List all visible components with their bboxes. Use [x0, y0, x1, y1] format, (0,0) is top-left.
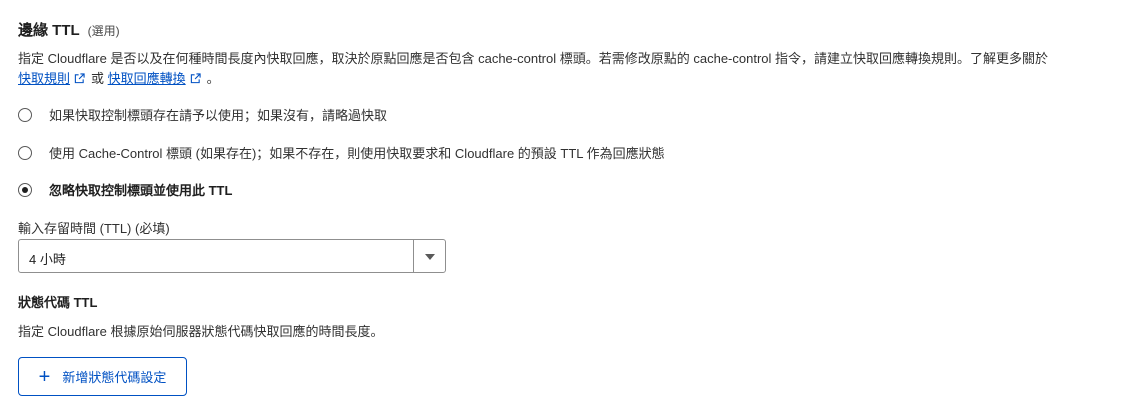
radio-option-use-header-or-bypass[interactable]: 如果快取控制標頭存在請予以使用；如果沒有，請略過快取 [18, 105, 387, 124]
external-link-icon [74, 73, 85, 84]
status-code-ttl-description: 指定 Cloudflare 根據原始伺服器狀態代碼快取回應的時間長度。 [18, 324, 384, 339]
description-connector: 或 [91, 71, 105, 86]
plus-icon: + [38, 365, 51, 388]
radio-button[interactable] [18, 145, 32, 160]
radio-option-use-header-or-default[interactable]: 使用 Cache-Control 標頭 (如果存在)；如果不存在，則使用快取要求… [18, 143, 665, 162]
description-text: 指定 Cloudflare 是否以及在何種時間長度內快取回應，取決於原點回應是否… [18, 51, 1049, 66]
add-button-label: 新增狀態代碼設定 [62, 370, 167, 385]
radio-label-wrap: 忽略快取控制標頭並使用此 TTL [49, 180, 232, 199]
description-end: 。 [206, 71, 220, 86]
ttl-field-label: 輸入存留時間 (TTL) (必填) [18, 221, 170, 236]
radio-label: 如果快取控制標頭存在請予以使用；如果沒有，請略過快取 [49, 108, 388, 123]
external-link-icon [190, 73, 201, 84]
section-title: 邊緣 TTL [18, 22, 80, 39]
ttl-select-value: 4 小時 [29, 252, 66, 267]
radio-label: 使用 Cache-Control 標頭 (如果存在)；如果不存在，則使用快取要求… [49, 146, 665, 161]
add-status-code-setting-button[interactable]: + 新增狀態代碼設定 [18, 357, 187, 396]
ttl-select[interactable]: 4 小時 [18, 239, 446, 273]
radio-button-selected[interactable] [18, 182, 32, 197]
radio-label: 忽略快取控制標頭並使用此 TTL [49, 183, 233, 198]
cache-response-transform-link[interactable]: 快取回應轉換 [108, 71, 186, 86]
radio-option-ignore-header[interactable]: 忽略快取控制標頭並使用此 TTL [18, 180, 232, 199]
cache-rules-link[interactable]: 快取規則 [18, 71, 70, 86]
radio-button[interactable] [18, 107, 32, 122]
section-header: 邊緣 TTL (選用) [18, 19, 120, 40]
section-description: 指定 Cloudflare 是否以及在何種時間長度內快取回應，取決於原點回應是否… [18, 49, 1118, 89]
chevron-down-icon[interactable] [413, 240, 445, 272]
optional-tag: (選用) [87, 24, 120, 38]
status-code-ttl-title: 狀態代碼 TTL [18, 295, 98, 310]
